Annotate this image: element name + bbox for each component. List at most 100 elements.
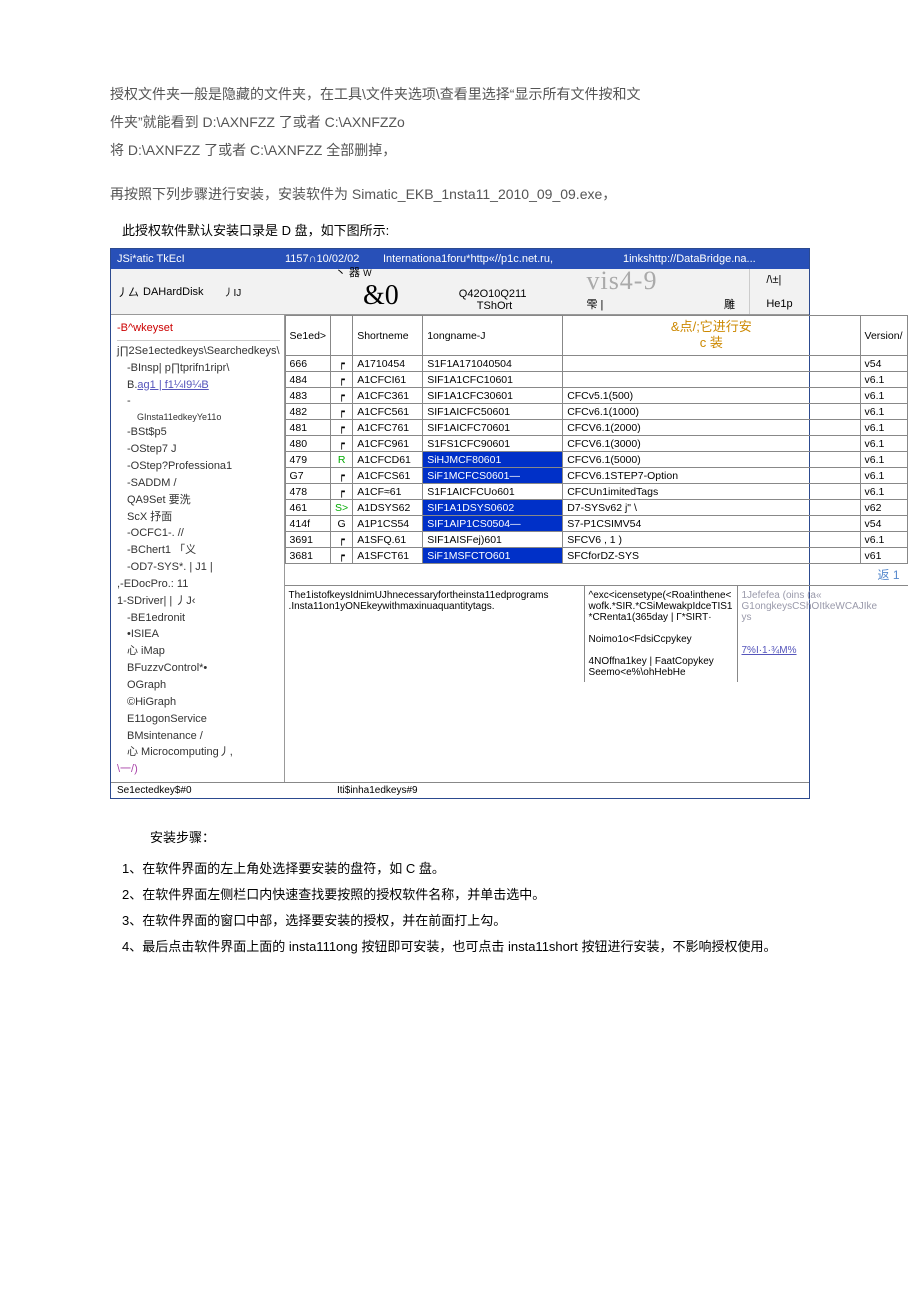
sidebar-group-sdriver[interactable]: 1-SDriver| | 丿J‹ bbox=[117, 593, 280, 610]
sidebar-item-bag[interactable]: B.ag1 | f1¼I9¼B bbox=[117, 377, 280, 394]
col-longname[interactable]: 1ongname-J bbox=[423, 316, 563, 356]
cell-desc bbox=[563, 356, 860, 372]
cell-desc: S7-P1CSIMV54 bbox=[563, 516, 860, 532]
sidebar-item-binsp[interactable]: -BInsp| p∏tprifn1ripr\ bbox=[117, 360, 280, 377]
sidebar-item-bmsint[interactable]: BMsintenance / bbox=[117, 728, 280, 745]
cell-checkbox[interactable]: ┍ bbox=[331, 484, 353, 500]
col-seled[interactable]: Se1ed> bbox=[285, 316, 331, 356]
sidebar-bag-link[interactable]: ag1 | f1¼I9¼B bbox=[137, 379, 208, 391]
table-row[interactable]: G7┍A1CFCS61SiF1MCFCS0601—CFCV6.1STEP7-Op… bbox=[285, 468, 907, 484]
bottom-r4[interactable]: 7%I·1·¾M% bbox=[742, 645, 904, 656]
table-row[interactable]: 481┍A1CFC761SIF1AICFC70601CFCV6.1(2000)v… bbox=[285, 420, 907, 436]
cell-shortname: A1CF≈61 bbox=[353, 484, 423, 500]
cell-sel[interactable]: 481 bbox=[285, 420, 331, 436]
sidebar-item-qaset[interactable]: QA9Set 要洗 bbox=[117, 492, 280, 509]
table-row[interactable]: 666┍A1710454S1F1A171040504v54 bbox=[285, 356, 907, 372]
sidebar-item-bst[interactable]: -BSt$p5 bbox=[117, 424, 280, 441]
cell-version: v6.1 bbox=[860, 420, 907, 436]
cell-checkbox[interactable]: ┍ bbox=[331, 420, 353, 436]
toolbar-big-amp[interactable]: &0 bbox=[363, 280, 399, 311]
cell-sel[interactable]: 480 bbox=[285, 436, 331, 452]
cell-sel[interactable]: 482 bbox=[285, 404, 331, 420]
table-row[interactable]: 482┍A1CFC561SIF1AICFC50601CFCv6.1(1000)v… bbox=[285, 404, 907, 420]
back-link[interactable]: 返 1 bbox=[285, 564, 908, 585]
cell-sel[interactable]: 484 bbox=[285, 372, 331, 388]
cell-sel[interactable]: 3681 bbox=[285, 548, 331, 564]
sidebar-item-ostep7[interactable]: -OStep7 J bbox=[117, 441, 280, 458]
sidebar[interactable]: -B^wkeyset j∏2Se1ectedkeys\Searchedkeys\… bbox=[111, 315, 285, 782]
instruction-2: 2、在软件界面左侧栏口内快速查找要按照的授权软件名称，并单击选中。 bbox=[110, 882, 810, 908]
cell-sel[interactable]: G7 bbox=[285, 468, 331, 484]
sidebar-item-higraph[interactable]: ©HiGraph bbox=[117, 694, 280, 711]
sidebar-item-scx[interactable]: ScX 抒面 bbox=[117, 509, 280, 526]
sidebar-item-ograph[interactable]: OGraph bbox=[117, 677, 280, 694]
cell-sel[interactable]: 478 bbox=[285, 484, 331, 500]
cell-checkbox[interactable]: ┍ bbox=[331, 548, 353, 564]
col-shortname[interactable]: Shortneme bbox=[353, 316, 423, 356]
sidebar-item-dash[interactable]: - bbox=[117, 393, 280, 410]
help-button[interactable]: He1p bbox=[766, 298, 792, 310]
disk-label: DAHardDisk bbox=[143, 286, 204, 298]
titlebar: JSi*atic TkEcI 1157∩10/02/02 Internation… bbox=[111, 249, 809, 269]
table-row[interactable]: 480┍A1CFC961S1FS1CFC90601CFCV6.1(3000)v6… bbox=[285, 436, 907, 452]
sidebar-item-bedronit[interactable]: -BE1edronit bbox=[117, 610, 280, 627]
table-row[interactable]: 414fGA1P1CS54SIF1AIP1CS0504—S7-P1CSIMV54… bbox=[285, 516, 907, 532]
toolbar-incr[interactable]: /\±| bbox=[766, 274, 781, 286]
app-window: JSi*atic TkEcI 1157∩10/02/02 Internation… bbox=[110, 248, 810, 799]
sidebar-item-ostep-prof[interactable]: -OStep?Professiona1 bbox=[117, 458, 280, 475]
sidebar-item-od7sys[interactable]: -OD7-SYS*. | J1 | bbox=[117, 559, 280, 576]
toolbar-disk-selector[interactable]: 丿厶 DAHardDisk 丿IJ bbox=[111, 269, 331, 314]
sidebar-item-ginst[interactable]: GInsta11edkeyYe11o bbox=[117, 410, 280, 424]
status-bar: Se1ectedkey$#0 Iti$inha1edkeys#9 bbox=[111, 782, 809, 798]
toolbar-tshort[interactable]: TShOrt bbox=[477, 300, 512, 312]
toolbar-big-ab[interactable]: 丶 器 bbox=[335, 267, 360, 279]
table-row[interactable]: 484┍A1CFCI61SIF1A1CFC10601v6.1 bbox=[285, 372, 907, 388]
cell-checkbox[interactable]: R bbox=[331, 452, 353, 468]
cell-checkbox[interactable]: ┍ bbox=[331, 436, 353, 452]
col-desc[interactable]: &点/;它进行安 c 装 bbox=[563, 316, 860, 356]
cell-sel[interactable]: 483 bbox=[285, 388, 331, 404]
sidebar-group-edoc[interactable]: ,-EDocPro.: 11 bbox=[117, 576, 280, 593]
cell-checkbox[interactable]: ┍ bbox=[331, 356, 353, 372]
sidebar-item-ocfc[interactable]: -OCFC1-. // bbox=[117, 525, 280, 542]
table-row[interactable]: 3691┍A1SFQ.61SIF1AISFej)601SFCV6 , 1 )v6… bbox=[285, 532, 907, 548]
sidebar-item-fuzzy[interactable]: BFuzzvControl*• bbox=[117, 660, 280, 677]
col-version[interactable]: Version/ bbox=[860, 316, 907, 356]
sidebar-item-bchert[interactable]: -BChert1 「义 bbox=[117, 542, 280, 559]
table-header-row: Se1ed> Shortneme 1ongname-J &点/;它进行安 c 装… bbox=[285, 316, 907, 356]
intro-line-1: 授权文件夹一般是隐藏的文件夹，在工具\文件夹选项\查看里选择“显示所有文件按和文 bbox=[110, 86, 640, 102]
cell-checkbox[interactable]: ┍ bbox=[331, 532, 353, 548]
sidebar-item-logon[interactable]: E11ogonService bbox=[117, 711, 280, 728]
cell-sel[interactable]: 666 bbox=[285, 356, 331, 372]
table-row[interactable]: 483┍A1CFC361SIF1A1CFC30601CFCv5.1(500)v6… bbox=[285, 388, 907, 404]
cell-checkbox[interactable]: ┍ bbox=[331, 388, 353, 404]
cell-longname: SIF1AISFej)601 bbox=[423, 532, 563, 548]
sidebar-item-isiea[interactable]: •ISIEA bbox=[117, 626, 280, 643]
cell-checkbox[interactable]: ┍ bbox=[331, 372, 353, 388]
toolbar-ext: 雫 | bbox=[586, 299, 603, 311]
install-banner[interactable]: &点/;它进行安 c 装 bbox=[567, 317, 855, 354]
cell-sel[interactable]: 461 bbox=[285, 500, 331, 516]
sidebar-group-selected[interactable]: j∏2Se1ectedkeys\Searchedkeys\ bbox=[117, 343, 280, 360]
cell-version: v6.1 bbox=[860, 436, 907, 452]
table-row[interactable]: 479RA1CFCD61SiHJMCF80601CFCV6.1(5000)v6.… bbox=[285, 452, 907, 468]
sidebar-item-micro[interactable]: 心 Microcomputing丿, bbox=[117, 744, 280, 761]
cell-sel[interactable]: 479 bbox=[285, 452, 331, 468]
cell-checkbox[interactable]: ┍ bbox=[331, 404, 353, 420]
sidebar-item-saddm[interactable]: -SADDM / bbox=[117, 475, 280, 492]
table-row[interactable]: 478┍A1CF≈61S1F1AICFCUo601CFCUn1imitedTag… bbox=[285, 484, 907, 500]
cell-checkbox[interactable]: S> bbox=[331, 500, 353, 516]
sidebar-end: \一/) bbox=[117, 761, 280, 778]
table-row[interactable]: 461S>A1DSYS62SIF1A1DSYS0602D7-SYSv62 j" … bbox=[285, 500, 907, 516]
sidebar-wkeyset[interactable]: -B^wkeyset bbox=[117, 319, 280, 338]
key-table[interactable]: Se1ed> Shortneme 1ongname-J &点/;它进行安 c 装… bbox=[285, 315, 908, 564]
cell-version: v6.1 bbox=[860, 484, 907, 500]
cell-checkbox[interactable]: G bbox=[331, 516, 353, 532]
cell-sel[interactable]: 414f bbox=[285, 516, 331, 532]
cell-shortname: A1P1CS54 bbox=[353, 516, 423, 532]
cell-version: v54 bbox=[860, 516, 907, 532]
cell-sel[interactable]: 3691 bbox=[285, 532, 331, 548]
cell-checkbox[interactable]: ┍ bbox=[331, 468, 353, 484]
sidebar-item-imap[interactable]: 心 iMap bbox=[117, 643, 280, 660]
table-row[interactable]: 3681┍A1SFCT61SiF1MSFCTO601SFCforDZ-SYSv6… bbox=[285, 548, 907, 564]
